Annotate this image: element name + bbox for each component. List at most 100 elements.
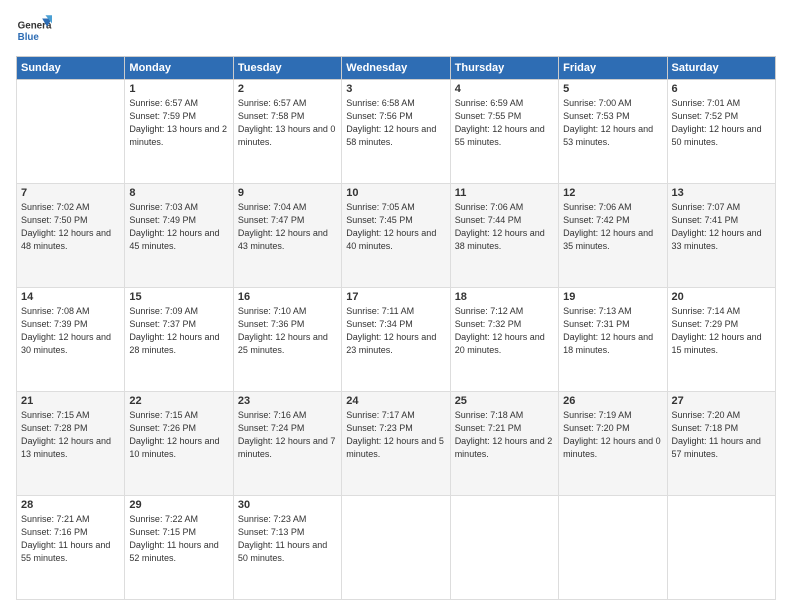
calendar-cell: 23 Sunrise: 7:16 AMSunset: 7:24 PMDayligh… xyxy=(233,392,341,496)
day-number: 2 xyxy=(238,83,337,95)
day-number: 24 xyxy=(346,395,445,407)
cell-content: Sunrise: 7:00 AMSunset: 7:53 PMDaylight:… xyxy=(563,97,662,149)
weekday-thursday: Thursday xyxy=(450,57,558,80)
day-number: 14 xyxy=(21,291,120,303)
calendar-cell: 8 Sunrise: 7:03 AMSunset: 7:49 PMDaylight… xyxy=(125,184,233,288)
day-number: 28 xyxy=(21,499,120,511)
day-number: 8 xyxy=(129,187,228,199)
day-number: 22 xyxy=(129,395,228,407)
calendar-cell: 15Sunrise: 7:09 AMSunset: 7:37 PMDayligh… xyxy=(125,288,233,392)
day-number: 11 xyxy=(455,187,554,199)
calendar-cell: 7 Sunrise: 7:02 AMSunset: 7:50 PMDaylight… xyxy=(17,184,125,288)
cell-content: Sunrise: 7:11 AMSunset: 7:34 PMDaylight:… xyxy=(346,305,445,357)
cell-content: Sunrise: 7:07 AMSunset: 7:41 PMDaylight:… xyxy=(672,201,771,253)
weekday-header-row: SundayMondayTuesdayWednesdayThursdayFrid… xyxy=(17,57,776,80)
logo: General Blue xyxy=(16,12,52,48)
calendar-cell: 28 Sunrise: 7:21 AMSunset: 7:16 PMDayligh… xyxy=(17,496,125,600)
calendar-cell: 18Sunrise: 7:12 AMSunset: 7:32 PMDayligh… xyxy=(450,288,558,392)
calendar-table: SundayMondayTuesdayWednesdayThursdayFrid… xyxy=(16,56,776,600)
cell-content: Sunrise: 7:16 AMSunset: 7:24 PMDaylight:… xyxy=(238,409,337,461)
day-number: 20 xyxy=(672,291,771,303)
cell-content: Sunrise: 6:57 AMSunset: 7:58 PMDaylight:… xyxy=(238,97,337,149)
day-number: 5 xyxy=(563,83,662,95)
day-number: 21 xyxy=(21,395,120,407)
calendar-cell: 10 Sunrise: 7:05 AMSunset: 7:45 PMDayligh… xyxy=(342,184,450,288)
cell-content: Sunrise: 7:03 AMSunset: 7:49 PMDaylight:… xyxy=(129,201,228,253)
calendar-cell: 24 Sunrise: 7:17 AMSunset: 7:23 PMDayligh… xyxy=(342,392,450,496)
cell-content: Sunrise: 7:17 AMSunset: 7:23 PMDaylight:… xyxy=(346,409,445,461)
cell-content: Sunrise: 7:15 AMSunset: 7:26 PMDaylight:… xyxy=(129,409,228,461)
svg-text:Blue: Blue xyxy=(18,32,40,43)
calendar-cell: 9 Sunrise: 7:04 AMSunset: 7:47 PMDaylight… xyxy=(233,184,341,288)
day-number: 4 xyxy=(455,83,554,95)
cell-content: Sunrise: 7:06 AMSunset: 7:42 PMDaylight:… xyxy=(563,201,662,253)
calendar-cell: 30 Sunrise: 7:23 AMSunset: 7:13 PMDayligh… xyxy=(233,496,341,600)
day-number: 10 xyxy=(346,187,445,199)
calendar-cell xyxy=(17,80,125,184)
weekday-sunday: Sunday xyxy=(17,57,125,80)
cell-content: Sunrise: 7:23 AMSunset: 7:13 PMDaylight:… xyxy=(238,513,337,565)
calendar-cell: 26 Sunrise: 7:19 AMSunset: 7:20 PMDayligh… xyxy=(559,392,667,496)
day-number: 9 xyxy=(238,187,337,199)
calendar-week-3: 21 Sunrise: 7:15 AMSunset: 7:28 PMDayligh… xyxy=(17,392,776,496)
cell-content: Sunrise: 7:13 AMSunset: 7:31 PMDaylight:… xyxy=(563,305,662,357)
calendar-cell: 20Sunrise: 7:14 AMSunset: 7:29 PMDayligh… xyxy=(667,288,775,392)
calendar-cell xyxy=(342,496,450,600)
calendar-cell: 5 Sunrise: 7:00 AMSunset: 7:53 PMDaylight… xyxy=(559,80,667,184)
cell-content: Sunrise: 7:10 AMSunset: 7:36 PMDaylight:… xyxy=(238,305,337,357)
calendar-week-1: 7 Sunrise: 7:02 AMSunset: 7:50 PMDaylight… xyxy=(17,184,776,288)
cell-content: Sunrise: 7:05 AMSunset: 7:45 PMDaylight:… xyxy=(346,201,445,253)
calendar-week-0: 1Sunrise: 6:57 AMSunset: 7:59 PMDaylight… xyxy=(17,80,776,184)
calendar-cell: 19 Sunrise: 7:13 AMSunset: 7:31 PMDayligh… xyxy=(559,288,667,392)
calendar-week-4: 28 Sunrise: 7:21 AMSunset: 7:16 PMDayligh… xyxy=(17,496,776,600)
calendar-cell: 1Sunrise: 6:57 AMSunset: 7:59 PMDaylight… xyxy=(125,80,233,184)
cell-content: Sunrise: 7:21 AMSunset: 7:16 PMDaylight:… xyxy=(21,513,120,565)
day-number: 19 xyxy=(563,291,662,303)
calendar-cell: 6 Sunrise: 7:01 AMSunset: 7:52 PMDaylight… xyxy=(667,80,775,184)
cell-content: Sunrise: 7:09 AMSunset: 7:37 PMDaylight:… xyxy=(129,305,228,357)
cell-content: Sunrise: 7:04 AMSunset: 7:47 PMDaylight:… xyxy=(238,201,337,253)
cell-content: Sunrise: 7:19 AMSunset: 7:20 PMDaylight:… xyxy=(563,409,662,461)
day-number: 23 xyxy=(238,395,337,407)
day-number: 6 xyxy=(672,83,771,95)
calendar-week-2: 14 Sunrise: 7:08 AMSunset: 7:39 PMDayligh… xyxy=(17,288,776,392)
calendar-cell: 14 Sunrise: 7:08 AMSunset: 7:39 PMDayligh… xyxy=(17,288,125,392)
weekday-saturday: Saturday xyxy=(667,57,775,80)
calendar-cell: 29 Sunrise: 7:22 AMSunset: 7:15 PMDayligh… xyxy=(125,496,233,600)
cell-content: Sunrise: 7:01 AMSunset: 7:52 PMDaylight:… xyxy=(672,97,771,149)
cell-content: Sunrise: 7:02 AMSunset: 7:50 PMDaylight:… xyxy=(21,201,120,253)
day-number: 26 xyxy=(563,395,662,407)
day-number: 3 xyxy=(346,83,445,95)
cell-content: Sunrise: 7:22 AMSunset: 7:15 PMDaylight:… xyxy=(129,513,228,565)
cell-content: Sunrise: 6:59 AMSunset: 7:55 PMDaylight:… xyxy=(455,97,554,149)
cell-content: Sunrise: 7:12 AMSunset: 7:32 PMDaylight:… xyxy=(455,305,554,357)
day-number: 25 xyxy=(455,395,554,407)
calendar-cell xyxy=(559,496,667,600)
weekday-tuesday: Tuesday xyxy=(233,57,341,80)
cell-content: Sunrise: 7:06 AMSunset: 7:44 PMDaylight:… xyxy=(455,201,554,253)
day-number: 29 xyxy=(129,499,228,511)
day-number: 16 xyxy=(238,291,337,303)
calendar-cell: 2 Sunrise: 6:57 AMSunset: 7:58 PMDaylight… xyxy=(233,80,341,184)
day-number: 27 xyxy=(672,395,771,407)
calendar-cell xyxy=(667,496,775,600)
calendar-cell: 3 Sunrise: 6:58 AMSunset: 7:56 PMDaylight… xyxy=(342,80,450,184)
weekday-friday: Friday xyxy=(559,57,667,80)
cell-content: Sunrise: 6:58 AMSunset: 7:56 PMDaylight:… xyxy=(346,97,445,149)
logo-icon: General Blue xyxy=(16,12,52,48)
day-number: 17 xyxy=(346,291,445,303)
cell-content: Sunrise: 7:20 AMSunset: 7:18 PMDaylight:… xyxy=(672,409,771,461)
cell-content: Sunrise: 7:15 AMSunset: 7:28 PMDaylight:… xyxy=(21,409,120,461)
day-number: 30 xyxy=(238,499,337,511)
calendar-cell: 17 Sunrise: 7:11 AMSunset: 7:34 PMDayligh… xyxy=(342,288,450,392)
weekday-monday: Monday xyxy=(125,57,233,80)
calendar-cell: 4 Sunrise: 6:59 AMSunset: 7:55 PMDaylight… xyxy=(450,80,558,184)
day-number: 7 xyxy=(21,187,120,199)
cell-content: Sunrise: 7:18 AMSunset: 7:21 PMDaylight:… xyxy=(455,409,554,461)
calendar-cell: 27 Sunrise: 7:20 AMSunset: 7:18 PMDayligh… xyxy=(667,392,775,496)
cell-content: Sunrise: 7:08 AMSunset: 7:39 PMDaylight:… xyxy=(21,305,120,357)
weekday-wednesday: Wednesday xyxy=(342,57,450,80)
page-header: General Blue xyxy=(16,12,776,48)
calendar-cell: 21 Sunrise: 7:15 AMSunset: 7:28 PMDayligh… xyxy=(17,392,125,496)
cell-content: Sunrise: 6:57 AMSunset: 7:59 PMDaylight:… xyxy=(129,97,228,149)
